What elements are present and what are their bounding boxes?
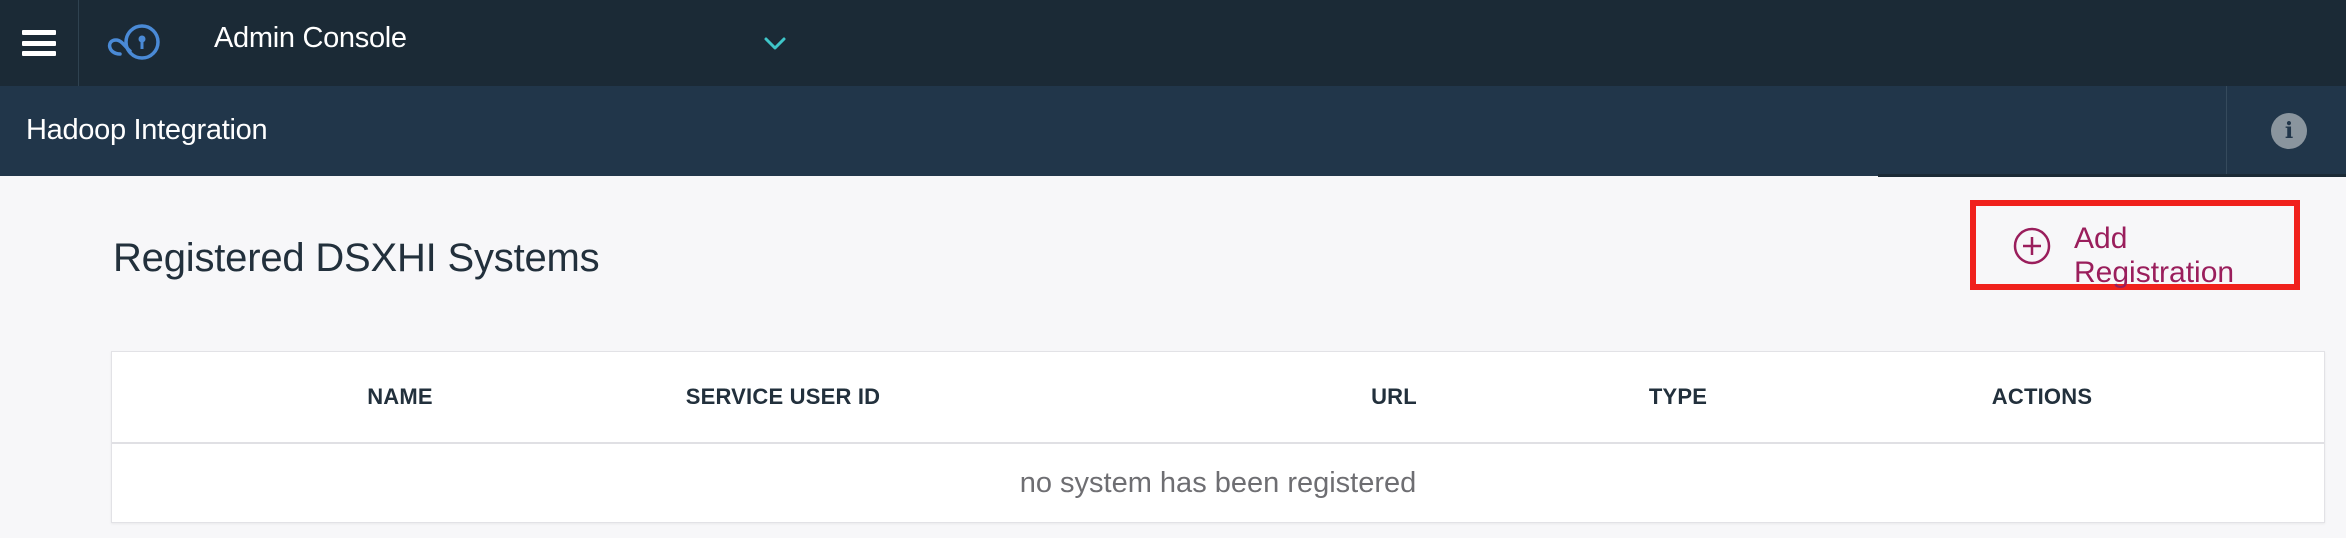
column-header-type[interactable]: TYPE [1649, 384, 1707, 410]
column-header-actions: ACTIONS [1991, 384, 2093, 409]
header-divider [2226, 86, 2227, 176]
chevron-down-icon[interactable] [762, 32, 788, 54]
plus-circle-icon [2013, 227, 2051, 265]
empty-table-message: no system has been registered [1019, 466, 1417, 499]
info-glyph: i [2284, 118, 2294, 144]
app-title: Admin Console [214, 22, 407, 54]
column-header-name[interactable]: NAME [367, 384, 433, 410]
add-registration-label: Add Registration [2074, 222, 2235, 289]
page-header: Hadoop Integration i [0, 86, 2346, 176]
hamburger-menu-icon[interactable] [0, 0, 79, 86]
column-header-service-user-id[interactable]: SERVICE USER ID [686, 384, 881, 410]
active-tab-underline [1878, 174, 2346, 177]
cloud-key-logo-icon[interactable] [100, 20, 166, 66]
top-navigation-bar: Admin Console [0, 0, 2346, 86]
column-header-url[interactable]: URL [1371, 384, 1417, 410]
page-title: Hadoop Integration [26, 114, 268, 146]
add-registration-button[interactable]: Add Registration [1970, 200, 2300, 290]
section-title: Registered DSXHI Systems [113, 236, 600, 280]
registered-systems-table: NAME SERVICE USER ID URL TYPE ACTIONS no… [111, 351, 2325, 523]
info-icon[interactable]: i [2271, 113, 2307, 149]
table-header: NAME SERVICE USER ID URL TYPE ACTIONS [112, 352, 2324, 444]
